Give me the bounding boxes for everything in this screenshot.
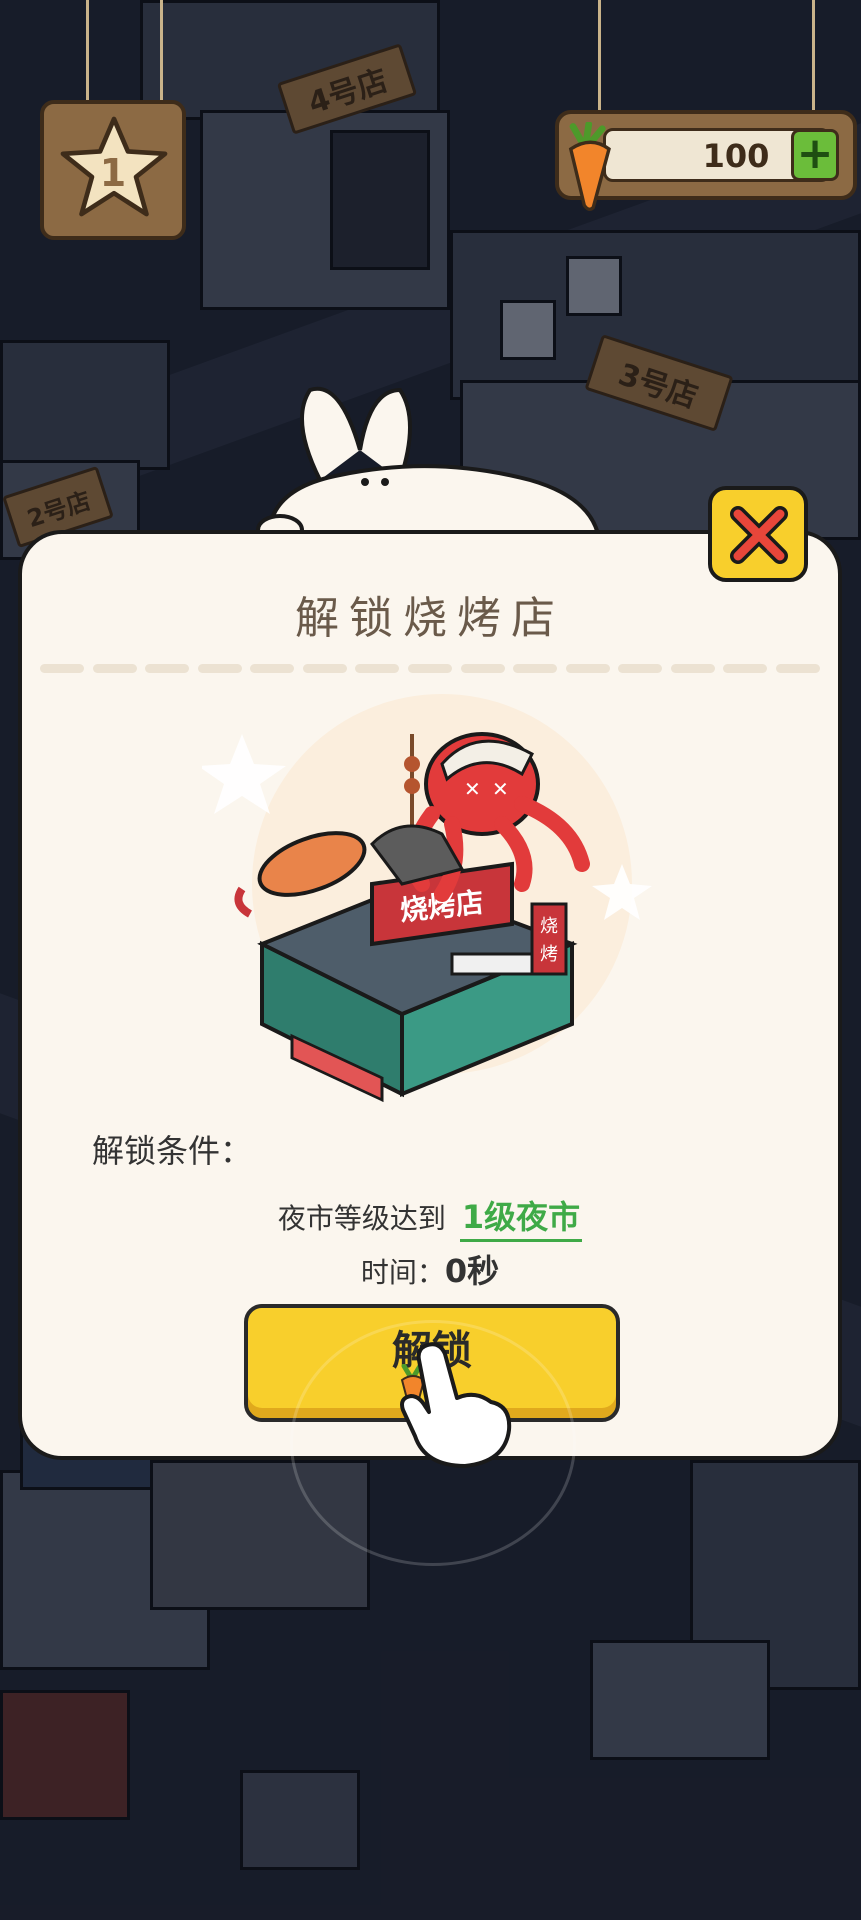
bunny-mascot bbox=[256, 386, 603, 550]
svg-text:✕: ✕ bbox=[492, 777, 509, 801]
carrot-icon bbox=[568, 122, 611, 211]
time-value: 0秒 bbox=[444, 1252, 500, 1290]
player-level: 1 bbox=[99, 151, 127, 195]
svg-text:✕: ✕ bbox=[464, 777, 481, 801]
divider bbox=[40, 664, 820, 674]
svg-text:烤: 烤 bbox=[540, 944, 558, 965]
add-carrots-button[interactable]: + bbox=[791, 129, 839, 181]
pointer-hand-icon bbox=[400, 1342, 512, 1468]
bbq-shop-illustration: 烧烤店 烧 烤 ✕ ✕ bbox=[202, 694, 652, 1103]
level-requirement: 夜市等级达到 1级夜市 bbox=[22, 1192, 838, 1242]
close-button[interactable] bbox=[708, 486, 808, 582]
unlock-conditions-label: 解锁条件： bbox=[92, 1132, 253, 1170]
side-sign-text: 烧 bbox=[540, 916, 558, 937]
time-prefix: 时间： bbox=[360, 1256, 445, 1289]
carrot-count: 100 bbox=[702, 137, 770, 175]
requirement-prefix: 夜市等级达到 bbox=[277, 1202, 446, 1235]
time-requirement: 时间：0秒 bbox=[22, 1246, 838, 1292]
requirement-value: 1级夜市 bbox=[459, 1198, 583, 1242]
player-level-badge[interactable]: 1 bbox=[40, 100, 186, 240]
carrot-currency-bar: 100 + bbox=[555, 110, 857, 211]
dialog-title: 解锁烧烤店 bbox=[295, 593, 565, 644]
close-icon bbox=[730, 506, 788, 564]
